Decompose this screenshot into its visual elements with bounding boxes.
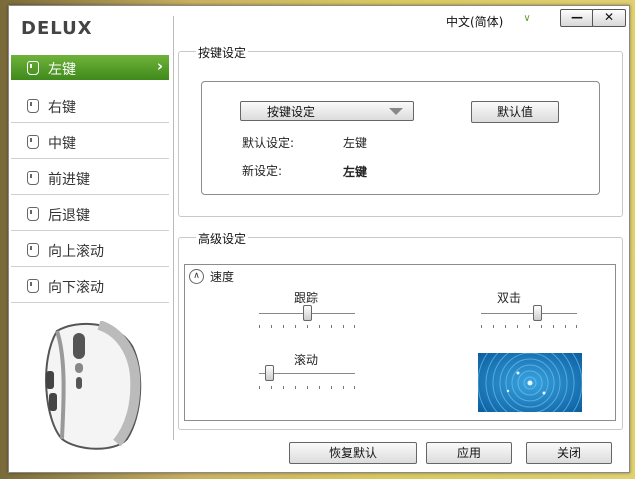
sidebar-item-scroll-down[interactable]: 向下滚动 bbox=[11, 268, 169, 303]
sidebar-item-label: 右键 bbox=[48, 100, 76, 116]
double-click-ticks bbox=[481, 325, 577, 329]
new-setting-label: 新设定: bbox=[242, 164, 283, 178]
close-button[interactable]: 关闭 bbox=[526, 442, 612, 464]
collapse-up-icon[interactable]: ∧ bbox=[189, 269, 204, 284]
sidebar-item-label: 中键 bbox=[48, 136, 76, 152]
sidebar-item-label: 前进键 bbox=[48, 172, 90, 188]
minimize-button[interactable]: — bbox=[560, 9, 594, 27]
mouse-icon bbox=[27, 61, 39, 75]
chevron-right-icon: › bbox=[156, 57, 163, 75]
close-window-button[interactable]: ✕ bbox=[592, 9, 626, 27]
default-setting-label: 默认设定: bbox=[242, 136, 295, 150]
mouse-icon bbox=[27, 243, 39, 257]
restore-defaults-button[interactable]: 恢复默认 bbox=[289, 442, 417, 464]
sidebar-item-right-button[interactable]: 右键 bbox=[11, 88, 169, 123]
speed-label: 速度 bbox=[210, 270, 235, 284]
mouse-icon bbox=[27, 135, 39, 149]
sidebar-item-label: 左键 bbox=[48, 62, 76, 78]
chevron-down-icon: ∨ bbox=[523, 13, 531, 24]
key-function-dropdown[interactable]: 按键设定 bbox=[240, 101, 414, 121]
language-label: 中文(简体) bbox=[446, 15, 504, 29]
language-selector[interactable]: 中文(简体) ∨ bbox=[446, 13, 531, 30]
scroll-ticks bbox=[259, 386, 355, 390]
sidebar-item-middle-button[interactable]: 中键 bbox=[11, 124, 169, 159]
sidebar-item-label: 向下滚动 bbox=[48, 280, 104, 296]
mouse-icon bbox=[27, 279, 39, 293]
sidebar-item-back-button[interactable]: 后退键 bbox=[11, 196, 169, 231]
tracking-slider-thumb[interactable] bbox=[303, 305, 312, 321]
new-setting-value: 左键 bbox=[343, 165, 368, 179]
tracking-label: 跟踪 bbox=[294, 291, 319, 305]
key-settings-title: 按键设定 bbox=[196, 44, 249, 61]
dropdown-value: 按键设定 bbox=[267, 105, 316, 119]
mouse-illustration bbox=[45, 321, 142, 450]
double-click-test-area[interactable] bbox=[478, 353, 582, 412]
default-value-button[interactable]: 默认值 bbox=[471, 101, 559, 123]
sidebar-item-scroll-up[interactable]: 向上滚动 bbox=[11, 232, 169, 267]
tracking-ticks bbox=[259, 325, 355, 329]
double-click-slider-thumb[interactable] bbox=[532, 305, 542, 321]
button-sidebar: 左键 › 右键 中键 前进键 后退键 向上滚动 向下滚动 bbox=[9, 55, 171, 304]
apply-button[interactable]: 应用 bbox=[426, 442, 512, 464]
settings-window: DELUX 中文(简体) ∨ — ✕ 左键 › 右键 中键 前进键 后退键 向上… bbox=[8, 5, 630, 473]
mouse-icon bbox=[27, 99, 39, 113]
mouse-icon bbox=[27, 207, 39, 221]
scroll-label: 滚动 bbox=[294, 353, 319, 367]
mouse-icon bbox=[27, 171, 39, 185]
dropdown-arrow-icon bbox=[389, 108, 403, 115]
sidebar-item-forward-button[interactable]: 前进键 bbox=[11, 160, 169, 195]
default-setting-value: 左键 bbox=[343, 136, 368, 150]
sidebar-item-label: 后退键 bbox=[48, 208, 90, 224]
sidebar-item-left-button[interactable]: 左键 › bbox=[11, 55, 169, 80]
scroll-slider-thumb[interactable] bbox=[264, 365, 274, 381]
double-click-slider-track[interactable] bbox=[481, 313, 577, 314]
sidebar-item-label: 向上滚动 bbox=[48, 244, 104, 260]
sidebar-divider bbox=[173, 16, 174, 440]
double-click-label: 双击 bbox=[497, 291, 522, 305]
advanced-settings-title: 高级设定 bbox=[196, 230, 249, 247]
delux-logo: DELUX bbox=[21, 18, 93, 39]
